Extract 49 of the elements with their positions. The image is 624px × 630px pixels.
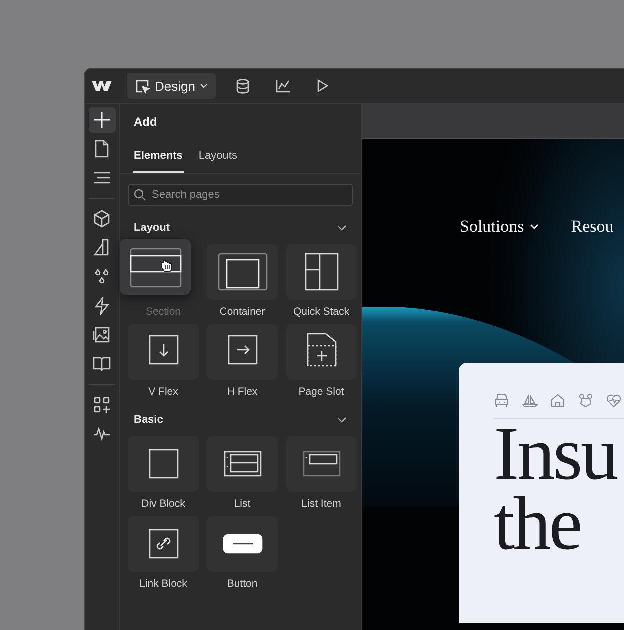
pet-icon[interactable] <box>578 393 594 409</box>
hero-heading: the <box>494 489 582 559</box>
panel-tab[interactable]: Layouts <box>198 147 238 173</box>
element-label: Section <box>146 306 182 318</box>
search-field[interactable]: Search pages <box>128 184 353 206</box>
chevron-icon[interactable] <box>337 417 347 423</box>
element-label: List Item <box>302 498 342 510</box>
section-title: Basic <box>134 414 164 426</box>
element-tile[interactable] <box>286 244 357 300</box>
element-label: Page Slot <box>298 386 344 398</box>
heart-icon[interactable] <box>606 393 622 409</box>
element-label: Button <box>227 578 258 590</box>
car-icon[interactable] <box>494 393 510 409</box>
cursor-icon <box>135 78 150 94</box>
chart-icon[interactable] <box>276 79 292 93</box>
logo-icon <box>92 80 112 92</box>
database-icon[interactable] <box>236 78 250 94</box>
design-mode-button[interactable]: Design <box>127 73 216 99</box>
nav-link[interactable]: Solutions <box>460 217 524 237</box>
element-label: V Flex <box>148 386 178 398</box>
house-icon[interactable] <box>550 393 566 409</box>
element-tile[interactable] <box>207 244 278 300</box>
element-label: Quick Stack <box>293 306 350 318</box>
play-icon[interactable] <box>317 79 330 93</box>
nav-link[interactable]: Resou <box>571 217 614 237</box>
element-tile[interactable] <box>207 516 278 572</box>
boat-icon[interactable] <box>522 393 538 409</box>
element-label: H Flex <box>227 386 258 398</box>
element-tile[interactable] <box>286 324 357 380</box>
plus-icon[interactable] <box>88 107 116 133</box>
element-tile[interactable] <box>128 436 199 492</box>
element-label: List <box>234 498 251 510</box>
element-tile[interactable] <box>120 239 191 295</box>
element-tile[interactable] <box>128 324 199 380</box>
element-tile[interactable] <box>207 436 278 492</box>
hero-heading: Insu <box>494 419 618 489</box>
panel-title: Add <box>134 115 158 129</box>
caret-icon <box>200 83 208 89</box>
panel-tab[interactable]: Elements <box>133 147 184 173</box>
element-label: Div Block <box>142 498 186 510</box>
element-label: Container <box>220 306 266 318</box>
hand-cursor-icon <box>160 259 174 273</box>
chevron-icon[interactable] <box>337 225 347 231</box>
element-tile[interactable] <box>286 436 357 492</box>
element-label: Link Block <box>140 578 188 590</box>
element-tile[interactable] <box>207 324 278 380</box>
element-tile[interactable] <box>128 516 199 572</box>
search-icon <box>134 189 146 201</box>
section-title: Layout <box>134 222 170 234</box>
